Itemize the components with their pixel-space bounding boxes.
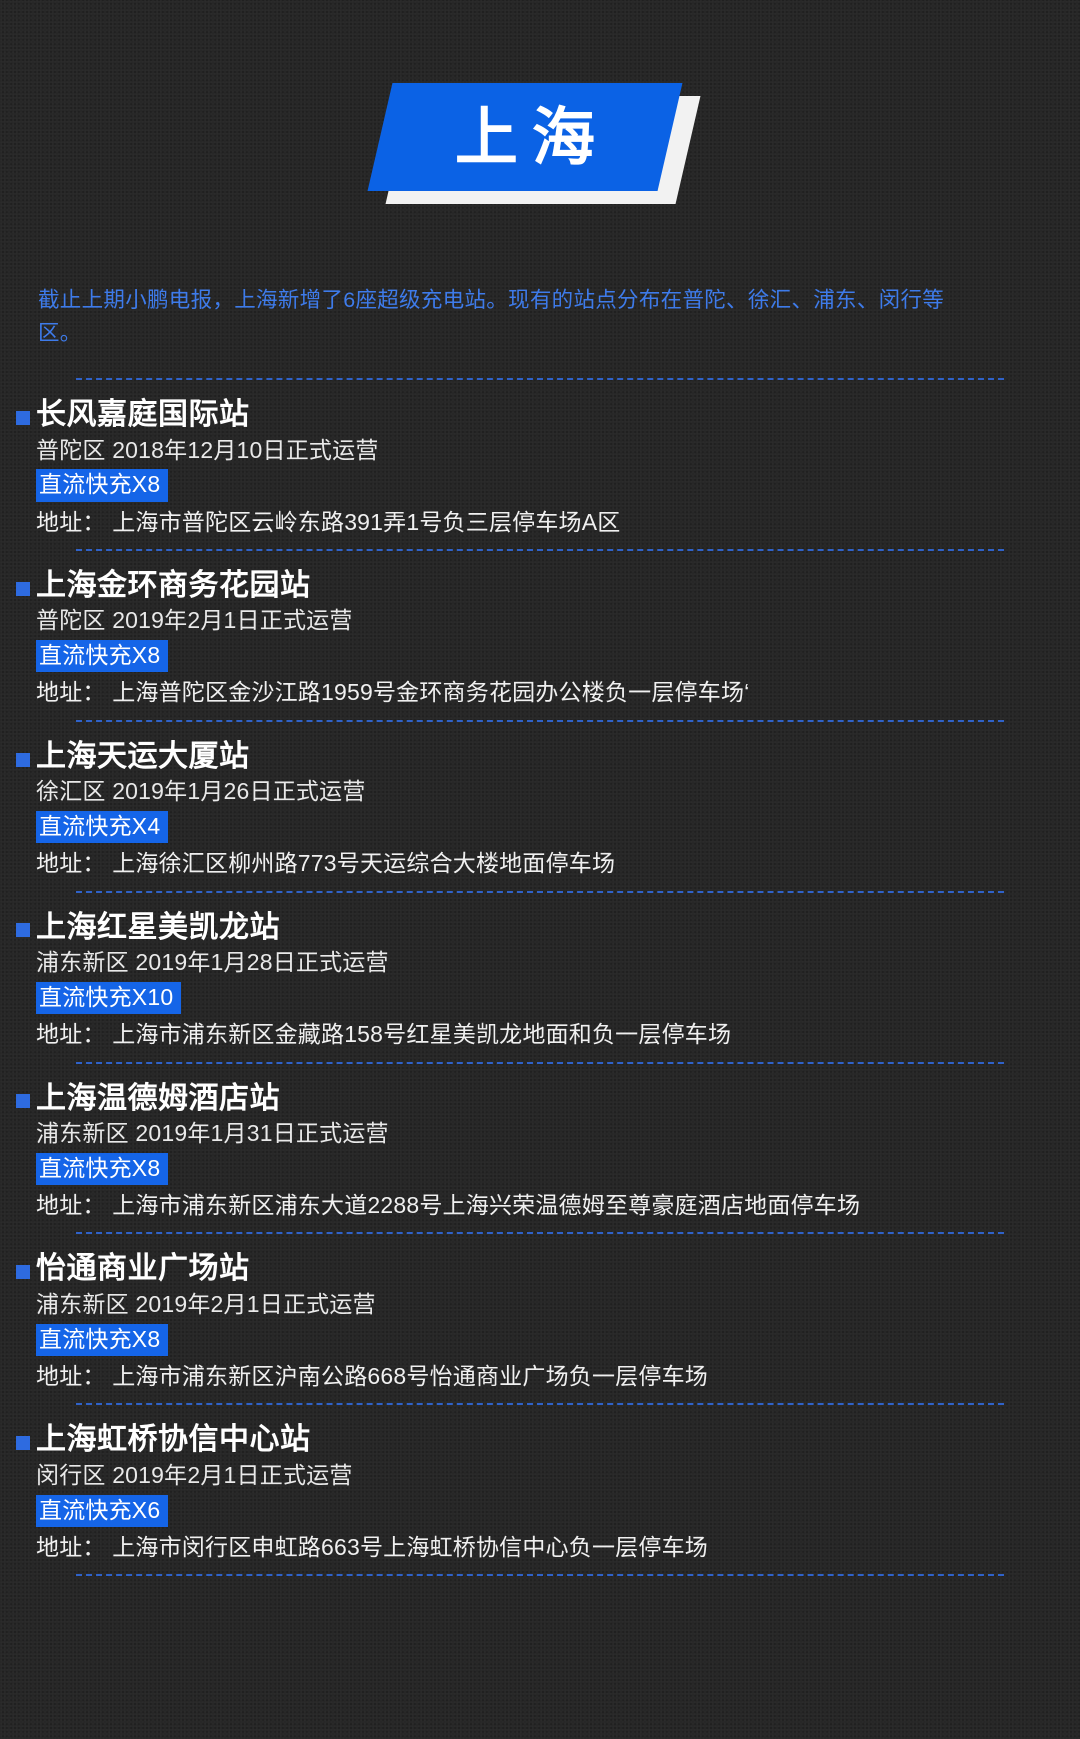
station-name: 怡通商业广场站 [36, 1251, 250, 1287]
status-badge: 直流快充X8 [36, 640, 169, 673]
station-title-row: 上海金环商务花园站 [0, 567, 1080, 605]
station-name: 上海天运大厦站 [36, 738, 250, 774]
status-badge: 直流快充X10 [36, 982, 182, 1015]
station-address: 地址： 上海市浦东新区沪南公路668号怡通商业广场负一层停车场 [36, 1362, 708, 1389]
status-badge: 直流快充X4 [36, 811, 169, 844]
station-address: 地址： 上海徐汇区柳州路773号天运综合大楼地面停车场 [36, 850, 616, 877]
station-entry: 怡通商业广场站浦东新区 2019年2月1日正式运营直流快充X8 地址： 上海市浦东… [0, 1234, 1080, 1403]
station-title-row: 怡通商业广场站 [0, 1250, 1080, 1288]
station-entry: 长风嘉庭国际站普陀区 2018年12月10日正式运营直流快充X8 地址： 上海市普… [0, 380, 1080, 549]
intro-paragraph: 截止上期小鹏电报，上海新增了6座超级充电站。现有的站点分布在普陀、徐汇、浦东、闵… [38, 288, 945, 345]
station-list: 长风嘉庭国际站普陀区 2018年12月10日正式运营直流快充X8 地址： 上海市普… [0, 378, 1080, 1577]
station-meta: 浦东新区 2019年1月31日正式运营 [36, 1120, 389, 1146]
station-entry: 上海温德姆酒店站浦东新区 2019年1月31日正式运营直流快充X8 地址： 上海市… [0, 1064, 1080, 1233]
station-address: 地址： 上海普陀区金沙江路1959号金环商务花园办公楼负一层停车场‘ [36, 679, 750, 706]
banner-blue-shape: 上海 [367, 83, 683, 191]
station-badge-row: 直流快充X8 [0, 1152, 1080, 1186]
square-bullet-icon [16, 923, 30, 938]
square-bullet-icon [16, 752, 30, 767]
station-badge-row: 直流快充X8 [0, 1323, 1080, 1356]
station-name: 上海虹桥协信中心站 [36, 1422, 311, 1458]
square-bullet-icon [16, 581, 30, 596]
station-name: 长风嘉庭国际站 [36, 397, 250, 432]
station-meta: 普陀区 2018年12月10日正式运营 [36, 436, 379, 463]
station-meta: 徐汇区 2019年1月26日正式运营 [36, 778, 366, 805]
station-address: 地址： 上海市普陀区云岭东路391弄1号负三层停车场A区 [36, 508, 621, 535]
station-title-row: 上海天运大厦站 [0, 738, 1080, 776]
status-badge: 直流快充X8 [36, 1323, 169, 1356]
station-title-row: 长风嘉庭国际站 [0, 396, 1080, 434]
station-title-row: 上海虹桥协信中心站 [0, 1421, 1080, 1459]
station-meta: 闵行区 2019年2月1日正式运营 [36, 1461, 353, 1488]
status-badge: 直流快充X6 [36, 1494, 169, 1527]
banner-title: 上海 [455, 100, 609, 174]
station-name: 上海红星美凯龙站 [36, 909, 280, 945]
station-badge-row: 直流快充X4 [0, 811, 1080, 844]
station-address: 地址： 上海市浦东新区金藏路158号红星美凯龙地面和负一层停车场 [36, 1021, 732, 1048]
station-title-row: 上海红星美凯龙站 [0, 909, 1080, 947]
station-title-row: 上海温德姆酒店站 [0, 1080, 1080, 1118]
page-banner: 上海 [0, 0, 1080, 245]
square-bullet-icon [16, 1094, 30, 1109]
station-badge-row: 直流快充X6 [0, 1494, 1080, 1527]
status-badge: 直流快充X8 [36, 469, 169, 502]
station-entry: 上海红星美凯龙站浦东新区 2019年1月28日正式运营直流快充X10 地址： 上海… [0, 893, 1080, 1062]
station-meta: 普陀区 2019年2月1日正式运营 [36, 607, 353, 634]
square-bullet-icon [16, 1265, 30, 1280]
station-entry: 上海金环商务花园站普陀区 2019年2月1日正式运营直流快充X8 地址： 上海普陀… [0, 551, 1080, 720]
station-name: 上海温德姆酒店站 [36, 1080, 280, 1116]
station-badge-row: 直流快充X10 [0, 982, 1080, 1015]
station-address: 地址： 上海市闵行区申虹路663号上海虹桥协信中心负一层停车场 [36, 1533, 708, 1560]
station-badge-row: 直流快充X8 [0, 469, 1080, 502]
station-meta: 浦东新区 2019年2月1日正式运营 [36, 1290, 376, 1317]
station-entry: 上海虹桥协信中心站闵行区 2019年2月1日正式运营直流快充X6 地址： 上海市闵… [0, 1405, 1080, 1574]
station-badge-row: 直流快充X8 [0, 640, 1080, 673]
square-bullet-icon [16, 1436, 30, 1450]
dashed-separator [76, 1574, 1004, 1577]
station-address: 地址： 上海市浦东新区浦东大道2288号上海兴荣温德姆至尊豪庭酒店地面停车场 [36, 1192, 861, 1219]
station-meta: 浦东新区 2019年1月28日正式运营 [36, 949, 389, 976]
status-badge: 直流快充X8 [36, 1152, 169, 1186]
station-entry: 上海天运大厦站徐汇区 2019年1月26日正式运营直流快充X4 地址： 上海徐汇区… [0, 722, 1080, 891]
square-bullet-icon [16, 410, 30, 425]
station-name: 上海金环商务花园站 [36, 567, 311, 603]
